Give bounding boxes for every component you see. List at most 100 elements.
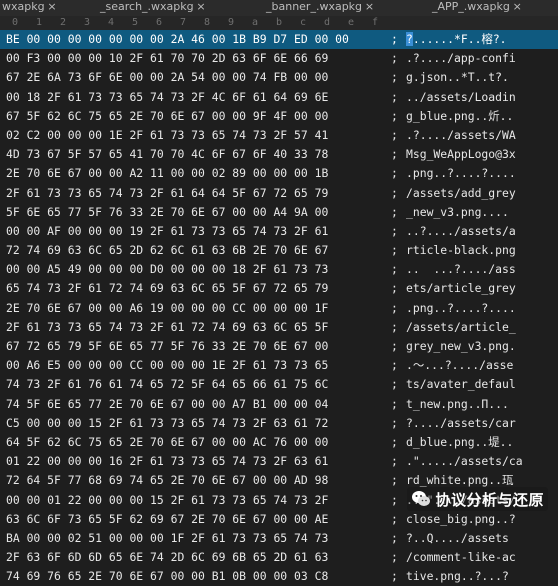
hex-row-selected[interactable]: BE 00 00 00 00 00 00 00 2A 46 00 1B B9 D… xyxy=(0,30,558,50)
hex-bytes[interactable]: 74 73 2F 61 76 61 74 65 72 5F 64 65 66 6… xyxy=(6,375,390,394)
ascii-text[interactable]: .?..../app-confi xyxy=(406,49,556,68)
tab-label: _banner_.wxapkg xyxy=(266,0,363,13)
ascii-text[interactable]: /assets/article_ xyxy=(406,318,556,337)
hex-bytes[interactable]: BE 00 00 00 00 00 00 00 2A 46 00 1B B9 D… xyxy=(6,30,390,49)
tab-banner-wxapkg[interactable]: _banner_.wxapkg × xyxy=(266,0,376,16)
hex-bytes[interactable]: 02 C2 00 00 00 1E 2F 61 73 73 65 74 73 2… xyxy=(6,126,390,145)
hex-row[interactable]: 00 F3 00 00 00 10 2F 61 70 70 2D 63 6F 6… xyxy=(0,49,558,68)
ascii-text[interactable]: Msg_WeAppLogo@3x xyxy=(406,145,556,164)
ascii-text[interactable]: ?..../assets/car xyxy=(406,414,556,433)
ascii-text[interactable]: ."...../assets/ca xyxy=(406,452,556,471)
hex-row[interactable]: 2E 70 6E 67 00 00 A2 11 00 00 02 89 00 0… xyxy=(0,164,558,183)
hex-row[interactable]: 64 5F 62 6C 75 65 2E 70 6E 67 00 00 AC 7… xyxy=(0,433,558,452)
hex-bytes[interactable]: 00 00 AF 00 00 00 19 2F 61 73 73 65 74 7… xyxy=(6,222,390,241)
ascii-text[interactable]: .png..?....?.... xyxy=(406,164,556,183)
hex-row[interactable]: 00 A6 E5 00 00 00 CC 00 00 00 1E 2F 61 7… xyxy=(0,356,558,375)
hex-bytes[interactable]: 4D 73 67 5F 57 65 41 70 70 4C 6F 67 6F 4… xyxy=(6,145,390,164)
hex-bytes[interactable]: 74 5F 6E 65 77 2E 70 6E 67 00 00 A7 B1 0… xyxy=(6,395,390,414)
hex-bytes[interactable]: C5 00 00 00 15 2F 61 73 73 65 74 73 2F 6… xyxy=(6,414,390,433)
ascii-text[interactable]: ts/avater_defaul xyxy=(406,375,556,394)
ascii-text[interactable]: g.json..*T..t?. xyxy=(406,68,556,87)
hex-bytes[interactable]: 5F 6E 65 77 5F 76 33 2E 70 6E 67 00 00 A… xyxy=(6,203,390,222)
hex-bytes[interactable]: 65 74 73 2F 61 72 74 69 63 6C 65 5F 67 7… xyxy=(6,279,390,298)
ascii-text[interactable]: ?......*F..榕?. xyxy=(406,30,556,49)
ascii-text[interactable]: _new_v3.png.... xyxy=(406,203,556,222)
hex-row[interactable]: 5F 6E 65 77 5F 76 33 2E 70 6E 67 00 00 A… xyxy=(0,203,558,222)
hex-bytes[interactable]: 01 22 00 00 00 16 2F 61 73 73 65 74 73 2… xyxy=(6,452,390,471)
ascii-text[interactable]: tive.png..?...? xyxy=(406,567,556,586)
tab-bar: wxapkg × _search_.wxapkg × _banner_.wxap… xyxy=(0,0,558,17)
hex-row[interactable]: 2F 61 73 73 65 74 73 2F 61 72 74 69 63 6… xyxy=(0,318,558,337)
column-offset-label: 0 xyxy=(11,17,19,28)
ascii-text[interactable]: .?..../assets/WA xyxy=(406,126,556,145)
hex-bytes[interactable]: 2F 61 73 73 65 74 73 2F 61 72 74 69 63 6… xyxy=(6,318,390,337)
ascii-text[interactable]: .〜...?..../asse xyxy=(406,356,556,375)
hex-bytes[interactable]: 63 6C 6F 73 65 5F 62 69 67 2E 70 6E 67 0… xyxy=(6,510,390,529)
ascii-text[interactable]: .png..?....?.... xyxy=(406,299,556,318)
hex-row[interactable]: 74 73 2F 61 76 61 74 65 72 5F 64 65 66 6… xyxy=(0,375,558,394)
ascii-text[interactable]: /comment-like-ac xyxy=(406,548,556,567)
hex-row[interactable]: 2F 63 6F 6D 6D 65 6E 74 2D 6C 69 6B 65 2… xyxy=(0,548,558,567)
ascii-text[interactable]: rticle-black.png xyxy=(406,241,556,260)
hex-row[interactable]: 4D 73 67 5F 57 65 41 70 70 4C 6F 67 6F 4… xyxy=(0,145,558,164)
tab-wxapkg[interactable]: wxapkg × xyxy=(2,0,59,16)
hex-bytes[interactable]: 00 F3 00 00 00 10 2F 61 70 70 2D 63 6F 6… xyxy=(6,49,390,68)
ascii-text[interactable]: ets/article_grey xyxy=(406,279,556,298)
close-icon[interactable]: × xyxy=(196,0,205,14)
hex-bytes[interactable]: 67 2E 6A 73 6F 6E 00 00 2A 54 00 00 74 F… xyxy=(6,68,390,87)
hex-row[interactable]: 74 5F 6E 65 77 2E 70 6E 67 00 00 A7 B1 0… xyxy=(0,395,558,414)
hex-row[interactable]: 00 00 A5 49 00 00 00 D0 00 00 00 18 2F 6… xyxy=(0,260,558,279)
hex-row[interactable]: 72 74 69 63 6C 65 2D 62 6C 61 63 6B 2E 7… xyxy=(0,241,558,260)
hex-row[interactable]: 67 72 65 79 5F 6E 65 77 5F 76 33 2E 70 6… xyxy=(0,337,558,356)
hex-row[interactable]: 63 6C 6F 73 65 5F 62 69 67 2E 70 6E 67 0… xyxy=(0,510,558,529)
ascii-text[interactable]: .. ...?..../ass xyxy=(406,260,556,279)
hex-row[interactable]: 01 22 00 00 00 16 2F 61 73 73 65 74 73 2… xyxy=(0,452,558,471)
hex-bytes[interactable]: 67 72 65 79 5F 6E 65 77 5F 76 33 2E 70 6… xyxy=(6,337,390,356)
ascii-text[interactable]: g_blue.png..炘.. xyxy=(406,107,556,126)
hex-row[interactable]: 74 69 76 65 2E 70 6E 67 00 00 B1 0B 00 0… xyxy=(0,567,558,586)
row-separator: ; xyxy=(391,358,398,373)
ascii-text[interactable]: t_new.png..Π... xyxy=(406,395,556,414)
hex-bytes[interactable]: 72 64 5F 77 68 69 74 65 2E 70 6E 67 00 0… xyxy=(6,471,390,490)
hex-bytes[interactable]: 2E 70 6E 67 00 00 A2 11 00 00 02 89 00 0… xyxy=(6,164,390,183)
ascii-text[interactable]: ?..Q..../assets xyxy=(406,529,556,548)
hex-bytes[interactable]: 00 18 2F 61 73 73 65 74 73 2F 4C 6F 61 6… xyxy=(6,88,390,107)
hex-row[interactable]: 65 74 73 2F 61 72 74 69 63 6C 65 5F 67 7… xyxy=(0,279,558,298)
hex-bytes[interactable]: 2F 63 6F 6D 6D 65 6E 74 2D 6C 69 6B 65 2… xyxy=(6,548,390,567)
hex-bytes[interactable]: 74 69 76 65 2E 70 6E 67 00 00 B1 0B 00 0… xyxy=(6,567,390,586)
ascii-text[interactable]: ..?..../assets/a xyxy=(406,222,556,241)
ascii-text[interactable]: grey_new_v3.png. xyxy=(406,337,556,356)
row-separator: ; xyxy=(391,281,398,296)
ascii-text[interactable]: ../assets/Loadin xyxy=(406,88,556,107)
hex-row[interactable]: 00 18 2F 61 73 73 65 74 73 2F 4C 6F 61 6… xyxy=(0,88,558,107)
tab-search-wxapkg[interactable]: _search_.wxapkg × xyxy=(100,0,208,16)
ascii-text[interactable]: /assets/add_grey xyxy=(406,184,556,203)
hex-row[interactable]: 2F 61 73 73 65 74 73 2F 61 64 64 5F 67 7… xyxy=(0,184,558,203)
close-icon[interactable]: × xyxy=(513,0,522,14)
hex-bytes[interactable]: 67 5F 62 6C 75 65 2E 70 6E 67 00 00 9F 4… xyxy=(6,107,390,126)
hex-bytes[interactable]: 00 00 01 22 00 00 00 15 2F 61 73 73 65 7… xyxy=(6,491,390,510)
hex-bytes[interactable]: BA 00 00 02 51 00 00 00 1F 2F 61 73 73 6… xyxy=(6,529,390,548)
hex-bytes[interactable]: 72 74 69 63 6C 65 2D 62 6C 61 63 6B 2E 7… xyxy=(6,241,390,260)
hex-row[interactable]: 67 5F 62 6C 75 65 2E 70 6E 67 00 00 9F 4… xyxy=(0,107,558,126)
hex-row[interactable]: 2E 70 6E 67 00 00 A6 19 00 00 00 CC 00 0… xyxy=(0,299,558,318)
column-offset-label: 8 xyxy=(203,17,211,28)
close-icon[interactable]: × xyxy=(47,0,56,14)
hex-bytes[interactable]: 00 00 A5 49 00 00 00 D0 00 00 00 18 2F 6… xyxy=(6,260,390,279)
hex-bytes[interactable]: 2F 61 73 73 65 74 73 2F 61 64 64 5F 67 7… xyxy=(6,184,390,203)
close-icon[interactable]: × xyxy=(365,0,374,14)
hex-bytes[interactable]: 64 5F 62 6C 75 65 2E 70 6E 67 00 00 AC 7… xyxy=(6,433,390,452)
tab-app-wxapkg[interactable]: _APP_.wxapkg × xyxy=(432,0,524,16)
ascii-text[interactable]: close_big.png..? xyxy=(406,510,556,529)
hex-row[interactable]: 00 00 AF 00 00 00 19 2F 61 73 73 65 74 7… xyxy=(0,222,558,241)
ascii-text[interactable]: d_blue.png..堤.. xyxy=(406,433,556,452)
hex-bytes[interactable]: 2E 70 6E 67 00 00 A6 19 00 00 00 CC 00 0… xyxy=(6,299,390,318)
hex-row[interactable]: 02 C2 00 00 00 1E 2F 61 73 73 65 74 73 2… xyxy=(0,126,558,145)
hex-row[interactable]: BA 00 00 02 51 00 00 00 1F 2F 61 73 73 6… xyxy=(0,529,558,548)
hex-row[interactable]: 67 2E 6A 73 6F 6E 00 00 2A 54 00 00 74 F… xyxy=(0,68,558,87)
column-offset-label: 5 xyxy=(131,17,139,28)
hex-row[interactable]: C5 00 00 00 15 2F 61 73 73 65 74 73 2F 6… xyxy=(0,414,558,433)
column-offset-label: 2 xyxy=(59,17,67,28)
column-offset-label: 9 xyxy=(227,17,235,28)
hex-bytes[interactable]: 00 A6 E5 00 00 00 CC 00 00 00 1E 2F 61 7… xyxy=(6,356,390,375)
